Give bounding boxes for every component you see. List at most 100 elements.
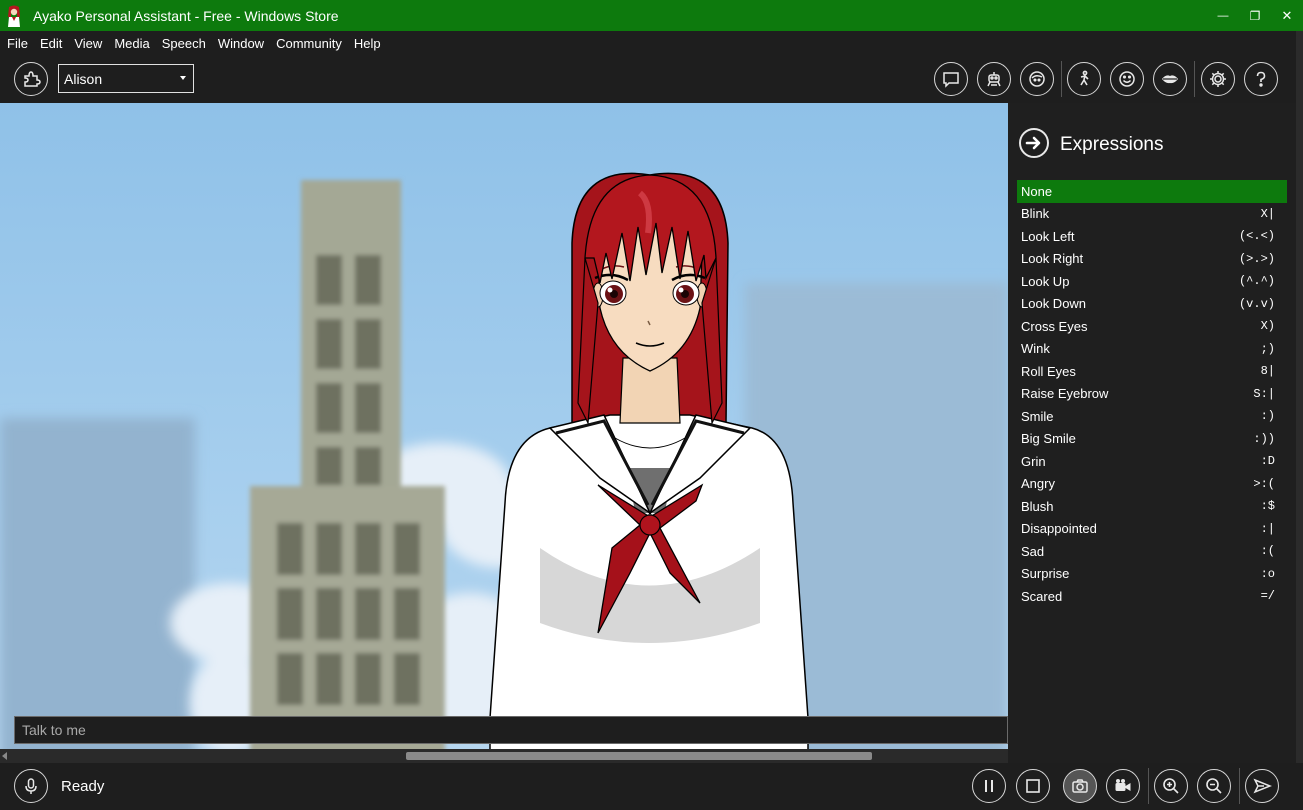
minimize-button[interactable]: — — [1207, 0, 1239, 31]
expression-label: Scared — [1021, 588, 1063, 604]
expression-label: Angry — [1021, 476, 1055, 492]
expression-item[interactable]: Sad:( — [1017, 540, 1287, 563]
menu-help[interactable]: Help — [349, 36, 386, 51]
expression-item[interactable]: Blink X| — [1017, 203, 1287, 226]
snapshot-button[interactable] — [1063, 769, 1097, 803]
expression-shortcut: (v.v) — [1238, 296, 1275, 311]
animations-button[interactable] — [1067, 62, 1101, 96]
close-button[interactable]: ✕ — [1271, 0, 1303, 31]
expression-label: Look Up — [1021, 273, 1070, 289]
robot-icon — [987, 72, 1001, 87]
send-button[interactable] — [1245, 769, 1279, 803]
menu-speech[interactable]: Speech — [157, 36, 211, 51]
smiley-icon — [1119, 71, 1135, 87]
zoom-in-button[interactable] — [1154, 769, 1188, 803]
expression-shortcut: ;) — [1260, 341, 1275, 356]
expression-label: Surprise — [1021, 566, 1070, 582]
expression-item[interactable]: None — [1017, 180, 1287, 203]
chat-button[interactable] — [934, 62, 968, 96]
expression-label: Roll Eyes — [1021, 363, 1076, 379]
expression-item[interactable]: Big Smile:)) — [1017, 428, 1287, 451]
expression-shortcut: :| — [1260, 521, 1275, 536]
lipsync-button[interactable] — [1153, 62, 1187, 96]
title-bar: Ayako Personal Assistant - Free - Window… — [0, 0, 1303, 31]
scroll-left-arrow-icon[interactable] — [2, 752, 7, 760]
expression-item[interactable]: Look Left (<.<) — [1017, 225, 1287, 248]
expression-item[interactable]: Roll Eyes 8| — [1017, 360, 1287, 383]
background-building — [0, 418, 195, 763]
expression-shortcut: 8| — [1260, 364, 1275, 379]
character-button[interactable] — [1020, 62, 1054, 96]
expression-item[interactable]: Cross Eyes X) — [1017, 315, 1287, 338]
minimize-icon: — — [1217, 9, 1229, 22]
expression-label: Look Right — [1021, 251, 1084, 267]
camera-icon — [1072, 779, 1088, 793]
menu-edit[interactable]: Edit — [35, 36, 67, 51]
expression-label: Blush — [1021, 498, 1054, 514]
expression-item[interactable]: Grin :D — [1017, 450, 1287, 473]
zoom-out-button[interactable] — [1197, 769, 1231, 803]
arrow-right-icon — [1025, 136, 1041, 150]
status-text: Ready — [61, 778, 105, 795]
chevron-down-icon — [180, 76, 186, 80]
expression-shortcut: (<.<) — [1238, 229, 1275, 244]
expression-item[interactable]: Scared =/ — [1017, 585, 1287, 608]
expression-shortcut: (^.^) — [1238, 274, 1275, 289]
menu-community[interactable]: Community — [271, 36, 347, 51]
expression-label: Cross Eyes — [1021, 318, 1088, 334]
walking-figure-icon — [1080, 70, 1089, 86]
restore-icon: ❐ — [1249, 8, 1261, 23]
talk-input[interactable] — [14, 716, 1008, 744]
help-button[interactable] — [1244, 62, 1278, 96]
window-edge — [1296, 31, 1303, 763]
expression-label: Look Left — [1021, 228, 1075, 244]
scroll-thumb[interactable] — [406, 752, 872, 760]
expression-shortcut: :$ — [1260, 499, 1275, 514]
addons-button[interactable] — [14, 62, 48, 96]
assistant-button[interactable] — [977, 62, 1011, 96]
panel-back-button[interactable] — [1019, 128, 1049, 158]
record-video-button[interactable] — [1106, 769, 1140, 803]
expressions-list: None Blink X| Look Left (<.<) Look Right (>.>)… — [1017, 180, 1287, 608]
expression-item[interactable]: Angry >:( — [1017, 473, 1287, 496]
horizontal-scrollbar[interactable] — [0, 749, 1008, 763]
expression-item[interactable]: Surprise:o — [1017, 563, 1287, 586]
expressions-button[interactable] — [1110, 62, 1144, 96]
character-scene[interactable] — [0, 103, 1008, 763]
stop-icon — [1026, 779, 1040, 793]
settings-button[interactable] — [1201, 62, 1235, 96]
microphone-button[interactable] — [14, 769, 48, 803]
video-camera-icon — [1115, 779, 1131, 791]
expression-item[interactable]: Wink;) — [1017, 338, 1287, 361]
expression-item[interactable]: Look Right (>.>) — [1017, 248, 1287, 271]
stop-button[interactable] — [1016, 769, 1050, 803]
gear-icon — [1210, 71, 1226, 87]
expression-shortcut: :( — [1260, 544, 1275, 559]
menu-view[interactable]: View — [69, 36, 107, 51]
expression-item[interactable]: Raise Eyebrow S:| — [1017, 383, 1287, 406]
expression-item[interactable]: Look Up (^.^) — [1017, 270, 1287, 293]
expression-item[interactable]: Smile:) — [1017, 405, 1287, 428]
menu-file[interactable]: File — [2, 36, 33, 51]
panel-title: Expressions — [1060, 134, 1164, 155]
expression-shortcut: :D — [1260, 454, 1275, 469]
menu-media[interactable]: Media — [109, 36, 154, 51]
expression-item[interactable]: Look Down (v.v) — [1017, 293, 1287, 316]
expression-item[interactable]: Disappointed:| — [1017, 518, 1287, 541]
expression-shortcut: :) — [1260, 409, 1275, 424]
expression-shortcut: :)) — [1253, 431, 1275, 446]
window-title: Ayako Personal Assistant - Free - Window… — [33, 7, 339, 24]
expression-label: Grin — [1021, 453, 1046, 469]
close-icon: ✕ — [1281, 7, 1293, 23]
toolbar-divider — [1061, 61, 1062, 97]
toolbar-divider — [1194, 61, 1195, 97]
pause-icon — [985, 780, 993, 792]
scene-illustration — [0, 172, 1008, 763]
expression-label: Big Smile — [1021, 431, 1076, 447]
restore-button[interactable]: ❐ — [1239, 0, 1271, 31]
expression-item[interactable]: Blush :$ — [1017, 495, 1287, 518]
lips-icon — [1162, 75, 1178, 84]
menu-window[interactable]: Window — [213, 36, 269, 51]
character-select[interactable]: Alison — [58, 64, 194, 93]
pause-button[interactable] — [972, 769, 1006, 803]
